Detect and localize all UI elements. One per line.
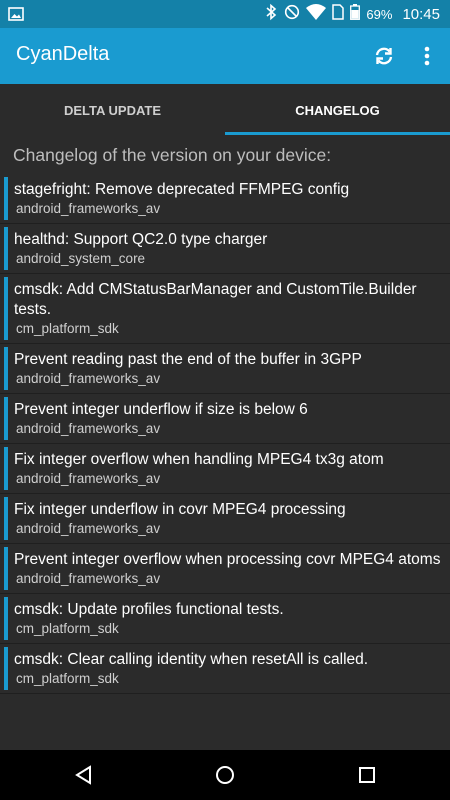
accent-bar [4, 547, 8, 590]
app-toolbar: CyanDelta [0, 28, 450, 84]
clock: 10:45 [402, 5, 440, 23]
app-title: CyanDelta [16, 43, 110, 65]
changelog-item[interactable]: stagefright: Remove deprecated FFMPEG co… [0, 174, 450, 224]
commit-title: Prevent integer underflow if size is bel… [14, 401, 308, 418]
sim-icon [332, 4, 345, 24]
accent-bar [4, 647, 8, 690]
battery-icon [350, 4, 361, 24]
battery-percent: 69% [366, 6, 393, 22]
tab-bar: DELTA UPDATE CHANGELOG [0, 84, 450, 136]
more-vert-icon[interactable] [415, 44, 439, 68]
accent-bar [4, 227, 8, 270]
changelog-item[interactable]: Prevent integer overflow when processing… [0, 544, 450, 594]
home-icon[interactable] [213, 763, 237, 787]
commit-title: Prevent integer overflow when processing… [14, 551, 441, 568]
changelog-item[interactable]: Fix integer underflow in covr MPEG4 proc… [0, 494, 450, 544]
accent-bar [4, 347, 8, 390]
changelog-header: Changelog of the version on your device: [13, 145, 332, 165]
repo-name: android_frameworks_av [16, 371, 161, 386]
repo-name: android_system_core [16, 251, 146, 266]
repo-name: cm_platform_sdk [16, 621, 119, 636]
repo-name: android_frameworks_av [16, 571, 161, 586]
changelog-item[interactable]: cmsdk: Clear calling identity when reset… [0, 644, 450, 694]
changelog-item[interactable]: healthd: Support QC2.0 type charger andro… [0, 224, 450, 274]
status-bar: 69% 10:45 [0, 0, 450, 28]
repo-name: android_frameworks_av [16, 471, 161, 486]
refresh-icon[interactable] [372, 44, 396, 68]
commit-title: Prevent reading past the end of the buff… [14, 351, 362, 368]
commit-title: Fix integer overflow when handling MPEG4… [14, 451, 384, 468]
commit-title: healthd: Support QC2.0 type charger [14, 231, 268, 248]
tab-delta-update[interactable]: DELTA UPDATE [0, 84, 225, 136]
recents-icon[interactable] [355, 763, 379, 787]
changelog-item[interactable]: Prevent reading past the end of the buff… [0, 344, 450, 394]
back-icon[interactable] [72, 763, 96, 787]
repo-name: cm_platform_sdk [16, 671, 119, 686]
changelog-list[interactable]: stagefright: Remove deprecated FFMPEG co… [0, 174, 450, 694]
repo-name: android_frameworks_av [16, 201, 161, 216]
repo-name: cm_platform_sdk [16, 321, 119, 336]
changelog-item[interactable]: Prevent integer underflow if size is bel… [0, 394, 450, 444]
commit-title: cmsdk: Add CMStatusBarManager and Custom… [14, 281, 417, 318]
repo-name: android_frameworks_av [16, 421, 161, 436]
commit-title: cmsdk: Clear calling identity when reset… [14, 651, 369, 668]
accent-bar [4, 497, 8, 540]
tab-indicator [225, 132, 450, 135]
commit-title: cmsdk: Update profiles functional tests. [14, 601, 284, 618]
changelog-item[interactable]: Fix integer overflow when handling MPEG4… [0, 444, 450, 494]
changelog-item[interactable]: cmsdk: Add CMStatusBarManager and Custom… [0, 274, 450, 344]
repo-name: android_frameworks_av [16, 521, 161, 536]
accent-bar [4, 447, 8, 490]
accent-bar [4, 397, 8, 440]
do-not-disturb-icon [284, 4, 300, 24]
accent-bar [4, 277, 8, 340]
accent-bar [4, 177, 8, 220]
navigation-bar [0, 750, 450, 800]
bluetooth-icon [264, 3, 278, 25]
image-icon [8, 6, 24, 26]
accent-bar [4, 597, 8, 640]
commit-title: stagefright: Remove deprecated FFMPEG co… [14, 181, 350, 198]
changelog-item[interactable]: cmsdk: Update profiles functional tests.… [0, 594, 450, 644]
wifi-icon [306, 4, 327, 24]
commit-title: Fix integer underflow in covr MPEG4 proc… [14, 501, 346, 518]
tab-changelog[interactable]: CHANGELOG [225, 84, 450, 136]
